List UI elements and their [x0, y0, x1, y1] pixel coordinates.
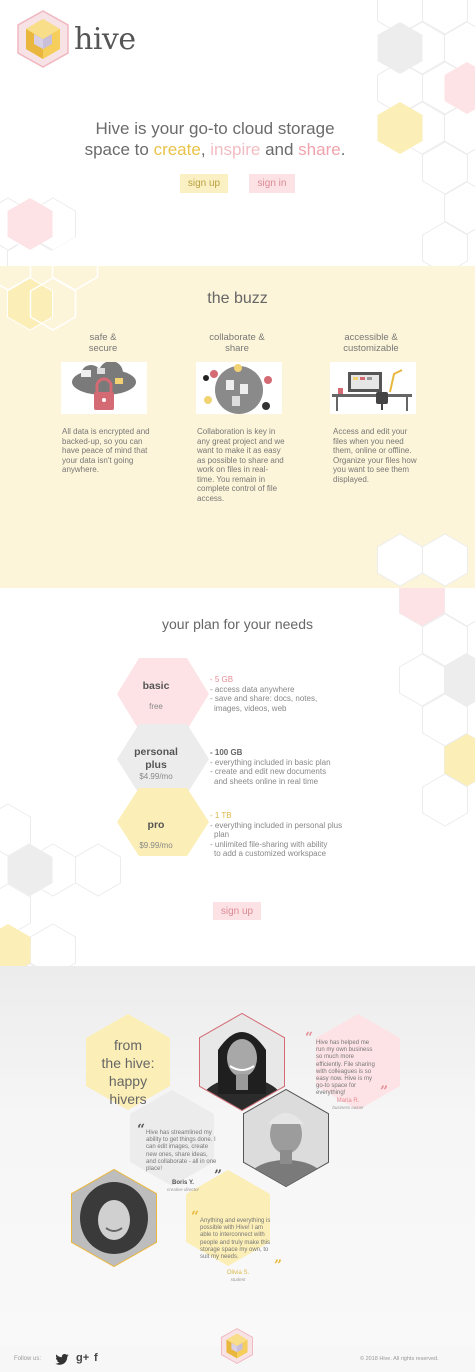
plan-price-pro: $9.99/mo — [139, 841, 173, 850]
testimonial-role-maria: business owner — [332, 1105, 364, 1110]
buzz-title: the buzz — [207, 290, 268, 307]
testimonials-heading: from the hive: happy hivers — [101, 1037, 155, 1107]
plan-feature-line: and sheets online in real time — [214, 776, 319, 786]
google-plus-icon[interactable]: g+ — [76, 1352, 89, 1364]
quote-close-icon: ” — [380, 1084, 389, 1100]
plan-feature-line: - everything included in personal plus — [210, 820, 343, 830]
testimonial-quote-boris: Hive has streamlined my ability to get t… — [146, 1130, 217, 1173]
testimonial-quote-olivia: Anything and everything is possible with… — [200, 1218, 271, 1261]
plan-features-personal-plus: - 100 GB - everything included in basic … — [210, 748, 360, 786]
feature-text-accessible: Access and edit your files when you need… — [333, 427, 417, 484]
plan-feature-line: - everything included in basic plan — [210, 757, 331, 767]
plan-feature-line: images, videos, web — [214, 703, 287, 713]
hero-line-2-prefix: space to — [84, 140, 154, 159]
testimonial-name-olivia: Olivia S. — [226, 1270, 250, 1276]
hero-period: . — [340, 140, 346, 159]
plan-name-personal-plus: personal plus — [134, 746, 178, 771]
twitter-icon[interactable] — [55, 1354, 69, 1365]
hero-word-and: and — [260, 140, 299, 159]
feature-title-accessible: accessible & customizable — [343, 332, 399, 354]
quote-close-icon: ” — [214, 1168, 223, 1184]
plan-price-basic: free — [149, 702, 163, 711]
plan-feature-line: - save and share: docs, notes, — [210, 694, 318, 703]
plan-price-personal-plus: $4.99/mo — [139, 772, 173, 781]
hero-word-share: share — [298, 140, 341, 159]
hero-word-inspire: inspire — [210, 140, 261, 159]
plan-feature-line: to add a customized workspace — [214, 849, 327, 858]
plan-name-basic: basic — [142, 680, 170, 692]
copyright: © 2018 Hive. All rights reserved. — [360, 1356, 439, 1362]
testimonial-role-boris: creative director — [166, 1187, 199, 1192]
quote-open-icon: “ — [137, 1122, 146, 1138]
brand-name: hive — [74, 22, 136, 57]
plan-features-pro: - 1 TB - everything included in personal… — [210, 811, 360, 859]
plan-storage-personal-plus: - 100 GB — [210, 748, 243, 757]
plan-features-basic: - 5 GB - access data anywhere - save and… — [210, 675, 360, 713]
facebook-icon[interactable]: f — [94, 1352, 98, 1364]
footer-logo-icon[interactable] — [220, 1328, 254, 1364]
desk-workspace-illustration-icon — [330, 362, 416, 414]
plan-storage-pro: - 1 TB — [210, 811, 232, 820]
testimonial-name-boris: Boris Y. — [172, 1180, 194, 1186]
plan-feature-line: - access data anywhere — [210, 684, 295, 694]
testimonial-role-olivia: student — [230, 1277, 246, 1282]
hero-signin-button[interactable]: sign in — [249, 174, 295, 193]
plan-feature-line: - unlimited file-sharing with ability — [210, 839, 328, 849]
hero-word-create: create — [153, 140, 201, 159]
follow-us-label: Follow us: — [14, 1356, 42, 1362]
hero-tagline: Hive is your go-to cloud storage space t… — [50, 118, 380, 160]
plan-storage-basic: - 5 GB — [210, 675, 234, 684]
hero-line-1: Hive is your go-to cloud storage — [95, 119, 335, 138]
quote-open-icon: “ — [305, 1030, 314, 1046]
plan-feature-line: plan — [214, 830, 230, 839]
hero-line-2: space to create, inspire and share. — [50, 139, 380, 160]
quote-open-icon: “ — [191, 1209, 200, 1225]
testimonial-name-maria: Maria R. — [336, 1098, 360, 1104]
quote-close-icon: ” — [274, 1258, 283, 1274]
feature-title-collaborate: collaborate & share — [209, 332, 265, 354]
plan-feature-line: - create and edit new documents — [210, 767, 327, 776]
hive-logo-icon[interactable] — [16, 10, 70, 68]
hero-separator: , — [200, 140, 211, 159]
hero-signup-button[interactable]: sign up — [180, 174, 228, 193]
plans-title: your plan for your needs — [162, 616, 313, 632]
plan-name-pro: pro — [147, 819, 165, 831]
cloud-lock-illustration-icon — [61, 362, 147, 414]
feature-text-security: All data is encrypted and backed-up, so … — [62, 427, 150, 474]
feature-title-security: safe & secure — [88, 332, 118, 354]
feature-text-collaborate: Collaboration is key in any great projec… — [197, 427, 285, 503]
testimonial-quote-maria: Hive has helped me run my own business s… — [316, 1040, 375, 1097]
plans-signup-button[interactable]: sign up — [213, 902, 261, 920]
collaboration-table-illustration-icon — [196, 362, 282, 414]
